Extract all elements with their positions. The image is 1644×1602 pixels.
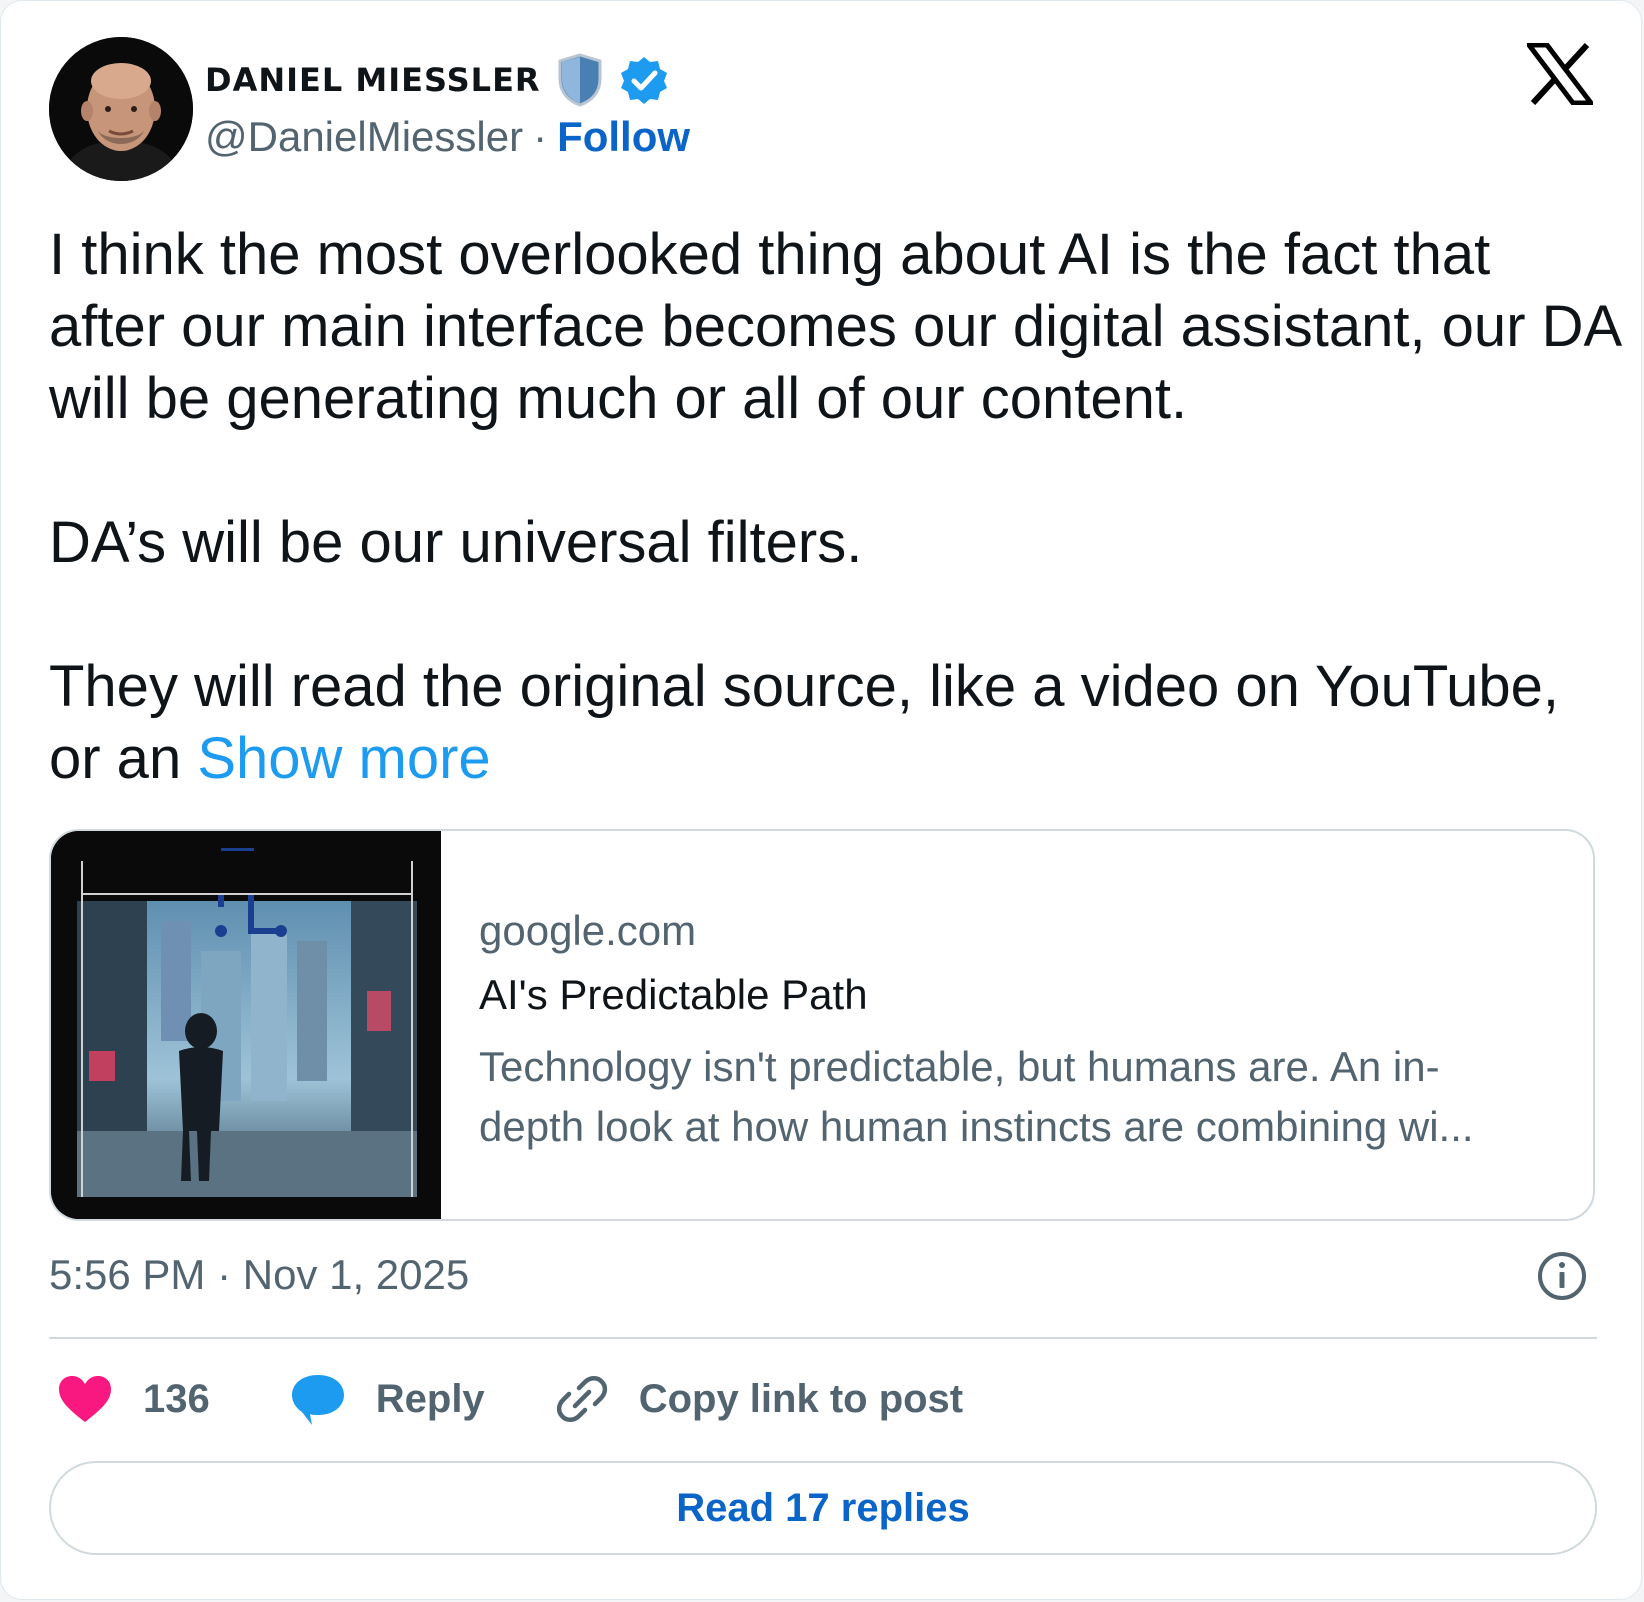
- reply-button[interactable]: Reply: [290, 1371, 485, 1427]
- tweet-paragraph: DA’s will be our universal filters.: [49, 510, 863, 575]
- divider: [49, 1337, 1597, 1339]
- like-button[interactable]: 136: [49, 1374, 210, 1424]
- avatar[interactable]: [49, 37, 193, 181]
- tweet-text: I think the most overlooked thing about …: [49, 219, 1619, 795]
- like-count: 136: [143, 1376, 210, 1421]
- info-icon[interactable]: [1537, 1251, 1587, 1301]
- verified-badge-icon: [620, 57, 667, 104]
- author-handle[interactable]: @DanielMiessler: [205, 113, 523, 160]
- link-icon: [556, 1376, 607, 1422]
- link-title: AI's Predictable Path: [479, 971, 868, 1018]
- show-more-link[interactable]: Show more: [197, 726, 490, 791]
- copy-link-label: Copy link to post: [638, 1376, 964, 1421]
- author-handle-row: @DanielMiessler · Follow: [205, 113, 690, 161]
- heart-icon: [59, 1376, 111, 1422]
- link-preview-card[interactable]: google.com AI's Predictable Path Technol…: [49, 829, 1595, 1221]
- link-preview-image: [51, 831, 441, 1219]
- reply-label: Reply: [375, 1376, 485, 1421]
- author-name-row: DANIEL MIESSLER: [205, 53, 669, 107]
- tweet-embed-card: DANIEL MIESSLER @DanielMiessler · Follow I…: [0, 0, 1642, 1600]
- read-replies-button[interactable]: Read 17 replies: [49, 1461, 1597, 1555]
- reply-bubble-icon: [291, 1375, 344, 1425]
- timestamp[interactable]: 5:56 PM · Nov 1, 2025: [49, 1251, 469, 1299]
- link-domain: google.com: [479, 907, 697, 954]
- separator-dot: ·: [533, 113, 548, 160]
- tweet-paragraph-last: They will read the original source, like…: [49, 651, 1619, 795]
- action-bar: 136 Reply Copy link to post: [49, 1369, 963, 1429]
- copy-link-button[interactable]: Copy link to post: [555, 1372, 963, 1426]
- x-logo-icon[interactable]: [1527, 43, 1593, 105]
- author-display-name[interactable]: DANIEL MIESSLER: [205, 61, 541, 99]
- follow-button[interactable]: Follow: [557, 113, 690, 160]
- link-description: Technology isn't predictable, but humans…: [479, 1043, 1474, 1150]
- tweet-paragraph: I think the most overlooked thing about …: [49, 222, 1619, 431]
- shield-icon: [558, 53, 602, 107]
